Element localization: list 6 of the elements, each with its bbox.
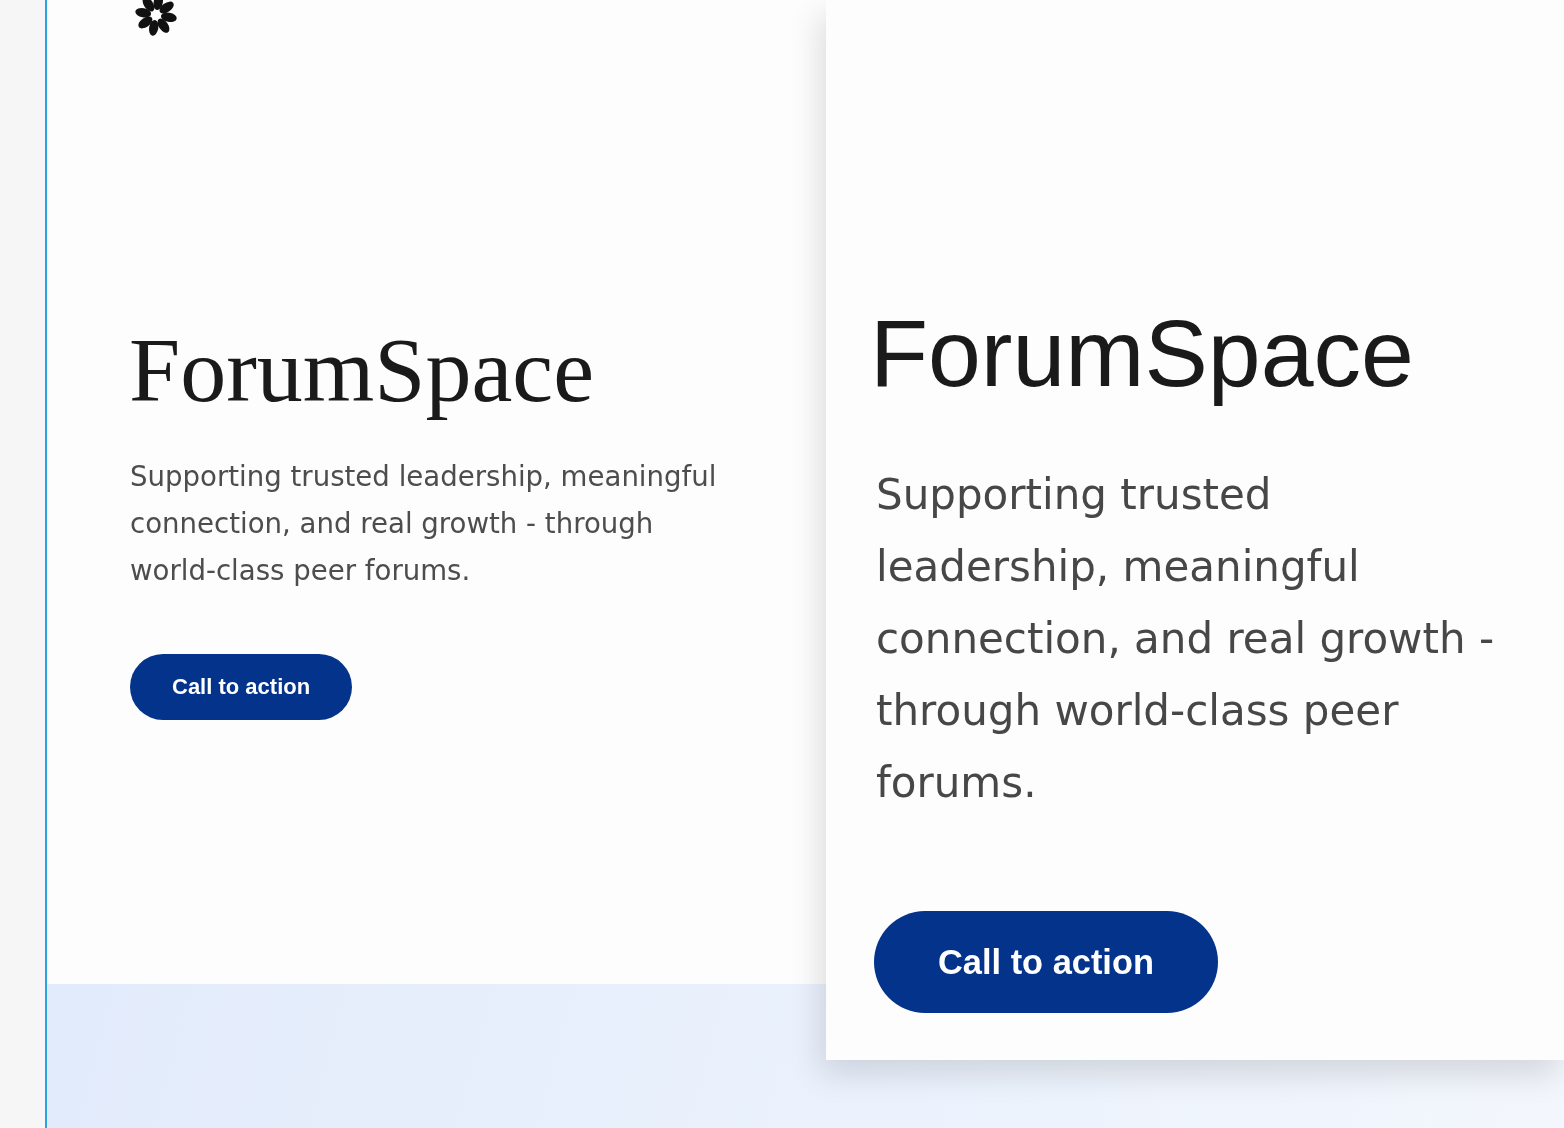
tagline-text: Supporting trusted leadership, meaningful connection, and real growth - through world-class peer forums.	[130, 459, 718, 590]
brand-title: ForumSpace	[870, 299, 1414, 408]
tagline-text: Supporting trusted leadership, meaningful connection, and real growth - through world-class peer forums.	[876, 469, 1496, 809]
cta-button[interactable]: Call to action	[874, 911, 1218, 1013]
brand-title: ForumSpace	[129, 318, 595, 423]
cta-button[interactable]: Call to action	[130, 654, 353, 721]
